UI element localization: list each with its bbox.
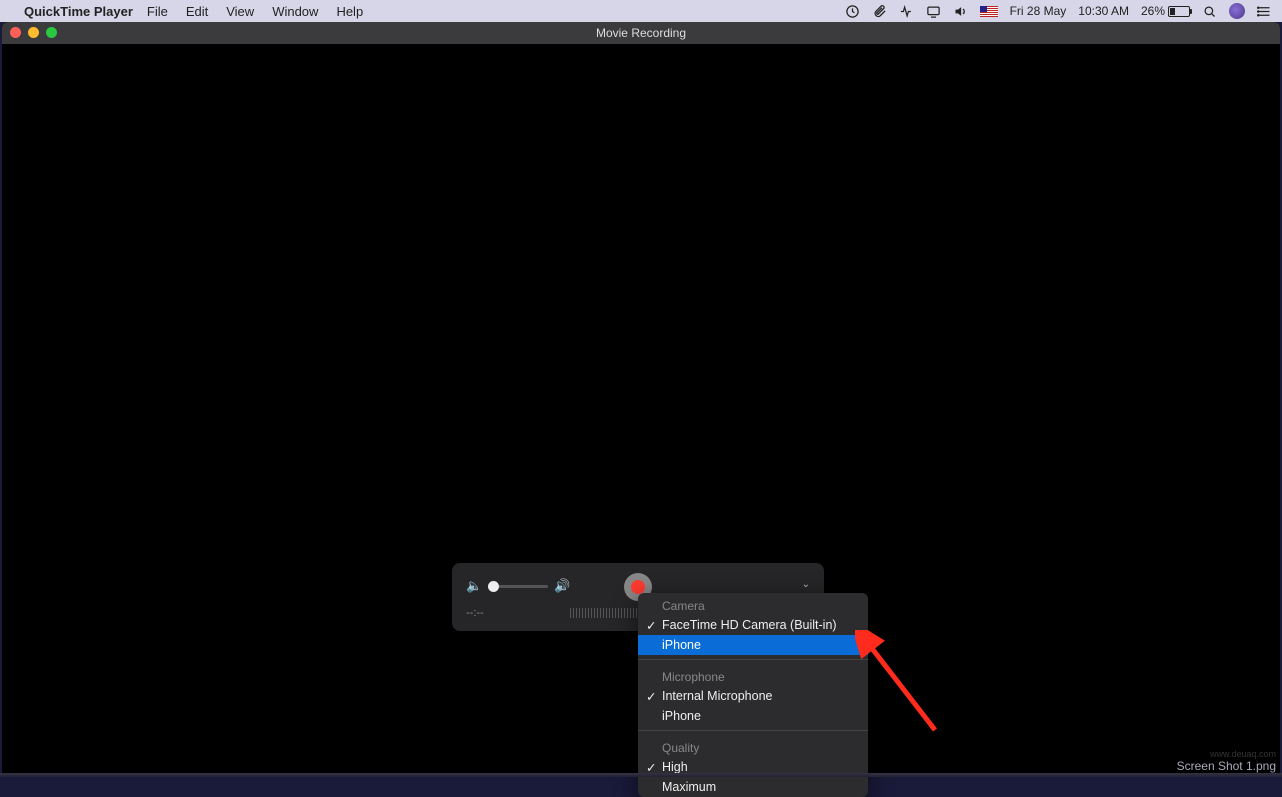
record-dot-icon	[631, 580, 645, 594]
traffic-lights	[10, 27, 57, 38]
battery-status[interactable]: 26%	[1141, 4, 1190, 18]
time-display: --:--	[466, 607, 484, 619]
dropdown-divider	[638, 730, 868, 731]
input-source-flag-icon[interactable]	[980, 6, 998, 17]
dropdown-section-microphone: Microphone	[638, 664, 868, 686]
menu-window[interactable]: Window	[272, 4, 318, 19]
sync-icon[interactable]	[845, 4, 860, 19]
menu-view[interactable]: View	[226, 4, 254, 19]
volume-low-icon: 🔈	[466, 578, 482, 594]
menu-edit[interactable]: Edit	[186, 4, 208, 19]
watermark: www.deuaq.com	[1210, 749, 1276, 759]
spotlight-icon[interactable]	[1202, 4, 1217, 19]
volume-icon[interactable]	[953, 4, 968, 19]
screenshot-filename: Screen Shot 1.png	[1177, 759, 1276, 773]
window-title: Movie Recording	[596, 26, 686, 40]
dropdown-item-facetime-camera[interactable]: FaceTime HD Camera (Built-in)	[638, 615, 868, 635]
menu-help[interactable]: Help	[336, 4, 363, 19]
dock-strip	[0, 773, 1282, 777]
menu-file[interactable]: File	[147, 4, 168, 19]
minimize-button[interactable]	[28, 27, 39, 38]
dropdown-section-quality: Quality	[638, 735, 868, 757]
dropdown-item-iphone-camera[interactable]: iPhone	[638, 635, 868, 655]
app-name[interactable]: QuickTime Player	[24, 4, 133, 19]
menubar-status: Fri 28 May 10:30 AM 26%	[845, 3, 1272, 19]
siri-icon[interactable]	[1229, 3, 1245, 19]
dropdown-item-quality-maximum[interactable]: Maximum	[638, 777, 868, 797]
activity-icon[interactable]	[899, 4, 914, 19]
titlebar[interactable]: Movie Recording	[2, 22, 1280, 44]
options-dropdown: Camera FaceTime HD Camera (Built-in) iPh…	[638, 593, 868, 797]
dropdown-item-iphone-mic[interactable]: iPhone	[638, 706, 868, 726]
close-button[interactable]	[10, 27, 21, 38]
dropdown-divider	[638, 659, 868, 660]
menubar-date[interactable]: Fri 28 May	[1010, 4, 1067, 18]
volume-slider-group: 🔈 🔊	[466, 578, 570, 594]
display-icon[interactable]	[926, 4, 941, 19]
menubar-time[interactable]: 10:30 AM	[1078, 4, 1129, 18]
notification-center-icon[interactable]	[1257, 4, 1272, 19]
volume-high-icon: 🔊	[554, 578, 570, 594]
battery-icon	[1168, 6, 1190, 17]
dropdown-section-camera: Camera	[638, 593, 868, 615]
dropdown-item-internal-mic[interactable]: Internal Microphone	[638, 686, 868, 706]
options-dropdown-caret-icon[interactable]: ⌄	[802, 579, 810, 590]
battery-percent: 26%	[1141, 4, 1165, 18]
menubar: QuickTime Player File Edit View Window H…	[0, 0, 1282, 22]
volume-slider[interactable]	[488, 585, 548, 588]
zoom-button[interactable]	[46, 27, 57, 38]
attachment-icon[interactable]	[872, 4, 887, 19]
